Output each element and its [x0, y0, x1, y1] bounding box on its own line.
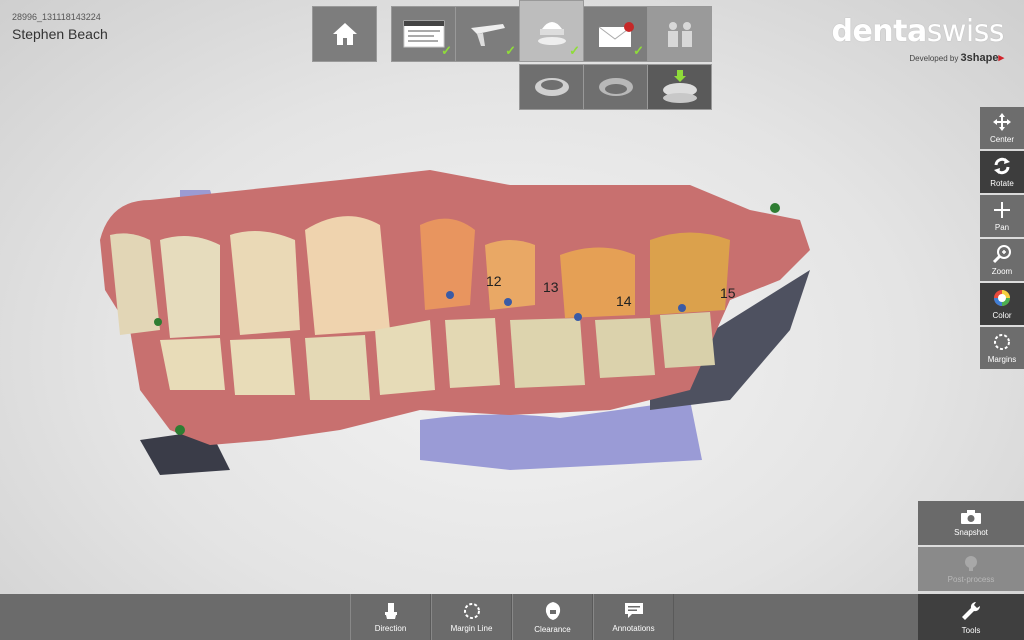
workflow-step-scanner[interactable]: ✓: [455, 6, 520, 62]
bottom-toolbar: Direction Margin Line Clearance Annotati…: [0, 594, 1024, 640]
post-process-icon: [965, 556, 977, 571]
color-button[interactable]: Color: [980, 283, 1024, 325]
collaboration-icon: [667, 22, 692, 47]
workflow-step-scan-model[interactable]: ✓: [519, 0, 584, 62]
substep-upper-jaw[interactable]: [519, 64, 584, 110]
workflow-step-send[interactable]: ✓: [583, 6, 648, 62]
workflow-step-order-form[interactable]: ✓: [391, 6, 456, 62]
rotate-icon: [994, 157, 1010, 175]
clearance-button[interactable]: Clearance: [512, 594, 593, 640]
action-panel: Snapshot Post-process: [918, 501, 1024, 593]
pan-icon: [994, 202, 1010, 218]
view-toolbar: Center Rotate Pan Zoom Color Margins: [980, 107, 1024, 371]
bottom-tool-group: Direction Margin Line Clearance Annotati…: [350, 594, 674, 640]
tools-button[interactable]: Tools: [918, 594, 1024, 640]
zoom-icon: [992, 245, 1011, 264]
annotations-icon: [624, 602, 643, 618]
post-process-button[interactable]: Post-process: [918, 547, 1024, 591]
annotations-button[interactable]: Annotations: [593, 594, 674, 640]
center-button[interactable]: Center: [980, 107, 1024, 149]
margin-line-label: Margin Line: [450, 623, 493, 633]
substep-lower-jaw[interactable]: [583, 64, 648, 110]
check-icon: ✓: [633, 43, 644, 58]
order-form-icon: [403, 20, 444, 48]
zoom-label: Zoom: [991, 267, 1013, 276]
rotate-label: Rotate: [990, 179, 1014, 188]
tooth-label-14[interactable]: 14: [616, 293, 632, 309]
camera-icon: [961, 510, 981, 524]
check-icon: ✓: [569, 43, 580, 58]
snapshot-label: Snapshot: [954, 528, 988, 537]
tooth-label-13[interactable]: 13: [543, 279, 559, 295]
tooth-label-12[interactable]: 12: [486, 273, 502, 289]
center-label: Center: [989, 135, 1014, 144]
clearance-label: Clearance: [534, 624, 571, 634]
margin-line-icon: [463, 602, 480, 619]
zoom-button[interactable]: Zoom: [980, 239, 1024, 281]
color-icon: [994, 290, 1010, 306]
bite-scan-icon: [662, 70, 697, 103]
pan-button[interactable]: Pan: [980, 195, 1024, 237]
3shape-brand: 3shape▸: [960, 52, 1004, 64]
case-id: 28996_131118143224: [12, 12, 101, 22]
logo-wordmark: dentaswiss: [831, 14, 1004, 49]
workflow-step-collaboration[interactable]: [647, 6, 712, 62]
lower-jaw-icon: [598, 78, 633, 96]
logo-developed-by: Developed by 3shape▸: [909, 52, 1004, 64]
check-icon: ✓: [441, 43, 452, 58]
pan-label: Pan: [994, 223, 1010, 232]
margins-icon: [994, 334, 1010, 350]
check-icon: ✓: [505, 43, 516, 58]
patient-name: Stephen Beach: [12, 26, 108, 42]
margins-label: Margins: [987, 355, 1017, 364]
dentaswiss-logo: dentaswiss Developed by 3shape▸: [831, 14, 1004, 64]
dental-3d-model[interactable]: 12 13 14 15: [90, 160, 830, 490]
scanner-icon: [470, 24, 505, 46]
home-button[interactable]: [312, 6, 377, 62]
tools-label: Tools: [961, 625, 981, 635]
send-envelope-icon: [598, 22, 634, 47]
direction-icon: [384, 602, 397, 619]
post-process-label: Post-process: [947, 575, 995, 584]
annotations-label: Annotations: [612, 623, 655, 633]
color-label: Color: [992, 311, 1012, 320]
clearance-icon: [545, 601, 560, 620]
substep-bite-scan[interactable]: [647, 64, 712, 110]
center-icon: [993, 113, 1011, 131]
tooth-label-15[interactable]: 15: [720, 285, 736, 301]
direction-button[interactable]: Direction: [350, 594, 431, 640]
direction-label: Direction: [374, 623, 407, 633]
upper-jaw-icon: [534, 78, 569, 96]
margins-button[interactable]: Margins: [980, 327, 1024, 369]
margin-line-button[interactable]: Margin Line: [431, 594, 512, 640]
scan-model-icon: [537, 22, 566, 45]
case-info: 28996_131118143224 Stephen Beach: [12, 12, 108, 42]
home-icon: [332, 23, 357, 45]
rotate-button[interactable]: Rotate: [980, 151, 1024, 193]
snapshot-button[interactable]: Snapshot: [918, 501, 1024, 545]
wrench-icon: [962, 601, 981, 620]
